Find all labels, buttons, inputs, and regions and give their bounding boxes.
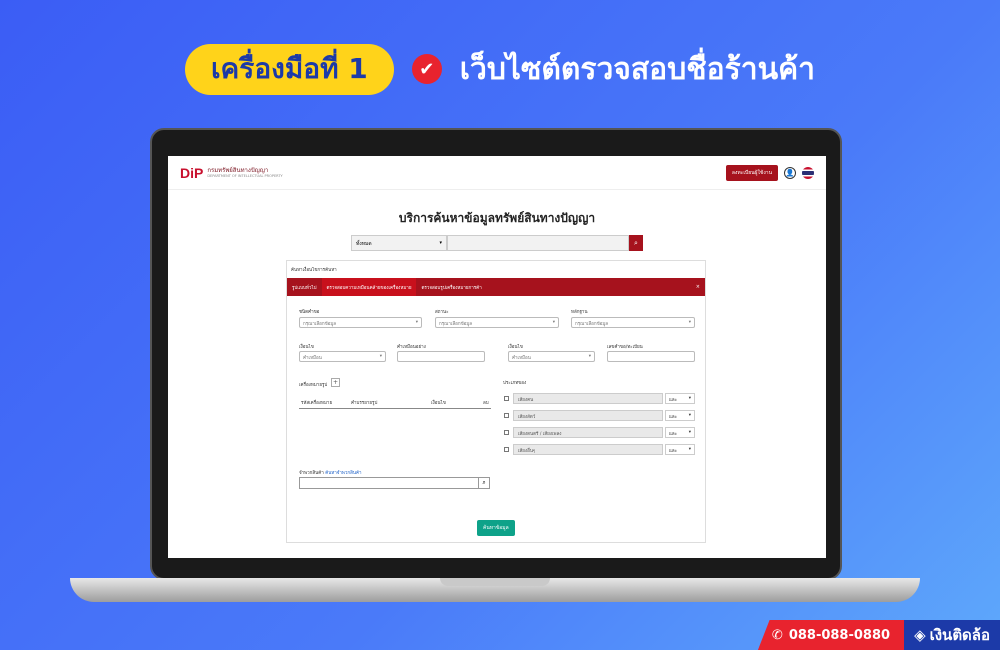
brand-mark-icon: ◈ [914,626,926,644]
close-icon[interactable]: × [696,284,700,290]
search-bar: ทั้งหมด ▾ ⌕ [168,235,826,251]
tab-similarity[interactable]: ตรวจสอบความเหมือนคล้ายของเครื่องหมาย [321,278,417,296]
group-op-value: และ [669,415,678,420]
checkbox-music[interactable] [504,430,509,435]
regno-input[interactable] [607,351,695,362]
footer-banner: ✆ 088-088-0880 ◈ เงินติดล้อ [757,620,1000,650]
cond1-select[interactable]: คำเหมือน ▾ [299,351,386,362]
checkbox-voice[interactable] [504,396,509,401]
type-select[interactable]: กรุณาเลือกข้อมูล ▾ [299,317,422,328]
checkbox-other[interactable] [504,447,509,452]
group-row-label: เสียงคน [513,393,663,404]
status-value: กรุณาเลือกข้อมูล [439,322,473,327]
th-code: รหัสเครื่องหมาย [301,401,333,406]
cond1-value: คำเหมือน [303,356,322,361]
word-label: คำเหมือนอย่าง [397,345,426,350]
classify-link[interactable]: ค้นหาจำพวกสินค้า [325,471,361,476]
classify-label: จำพวกสินค้า ค้นหาจำพวกสินค้า [299,469,362,476]
th-delete: ลบ [483,401,489,406]
checkbox-animal[interactable] [504,413,509,418]
check-badge-icon: ✔ [411,54,442,85]
headline-title: เว็บไซต์ตรวจสอบชื่อร้านค้า [459,51,816,87]
type-value: กรุณาเลือกข้อมูล [303,322,337,327]
add-button[interactable]: + [331,378,340,387]
group-op-select[interactable]: และ ▾ [665,410,695,421]
th-desc: คำบรรยายรูป [351,401,378,406]
groups-label: เครื่องหมายรูป [299,383,328,388]
group-op-value: และ [669,449,678,454]
headline: เครื่องมือที่ 1 ✔ เว็บไซต์ตรวจสอบชื่อร้า… [0,44,1000,95]
panel-heading: ค้นหาเงื่อนไขการค้นหา [291,268,337,273]
laptop-base [70,578,920,602]
site-header: DiP กรมทรัพย์สินทางปัญญา DEPARTMENT OF I… [168,156,826,190]
group-row-label: เสียงดนตรี / เสียงเพลง [513,427,663,438]
register-button[interactable]: ลงทะเบียนผู้ใช้งาน [725,164,778,181]
dip-logo-mark: DiP [180,164,204,181]
laptop: DiP กรมทรัพย์สินทางปัญญา DEPARTMENT OF I… [150,128,842,580]
search-icon: ⌕ [634,238,638,247]
regno-label: เลขคำขอ/ทะเบียน [607,345,643,350]
chevron-down-icon: ▾ [439,240,442,246]
th-cond: เงื่อนไข [431,401,446,406]
tool-badge: เครื่องมือที่ 1 [184,44,394,95]
search-panel: ค้นหาเงื่อนไขการค้นหา รูปแบบทั่วไป ตรวจส… [286,260,706,543]
cond2-label: เงื่อนไข [508,345,523,350]
cond1-label: เงื่อนไข [299,345,314,350]
user-icon[interactable]: 👤 [784,166,796,179]
phone-icon: ✆ [771,627,783,643]
group-row-label: เสียงสัตว์ [513,410,663,421]
evidence-value: กรุณาเลือกข้อมูล [575,322,609,327]
group-op-value: และ [669,398,678,403]
cond2-value: คำเหมือน [512,356,531,361]
evidence-select[interactable]: กรุณาเลือกข้อมูล ▾ [571,317,695,328]
search-button[interactable]: ⌕ [629,235,643,251]
classify-search-button[interactable]: ⌕ [478,477,490,489]
type-label: ชนิดคำขอ [299,310,320,315]
evidence-label: หลักฐาน [571,310,588,315]
group-op-value: และ [669,432,678,437]
tab-bar: รูปแบบทั่วไป ตรวจสอบความเหมือนคล้ายของเค… [287,278,705,296]
table-divider [299,408,491,409]
page-title: บริการค้นหาข้อมูลทรัพย์สินทางปัญญา [398,211,596,225]
tab-image-check[interactable]: ตรวจสอบรูปเครื่องหมายการค้า [416,278,486,296]
search-input[interactable] [447,235,629,251]
browser-screen: DiP กรมทรัพย์สินทางปัญญา DEPARTMENT OF I… [168,156,826,558]
group-row-label: เสียงอื่นๆ [513,444,663,455]
cond2-select[interactable]: คำเหมือน ▾ [508,351,595,362]
search-category-select[interactable]: ทั้งหมด ▾ [351,235,447,251]
logo-sub: DEPARTMENT OF INTELLECTUAL PROPERTY [207,174,283,179]
word-input[interactable] [397,351,485,362]
group-op-select[interactable]: และ ▾ [665,393,695,404]
classify-input[interactable] [299,477,479,489]
status-select[interactable]: กรุณาเลือกข้อมูล ▾ [435,317,559,328]
search-category-value: ทั้งหมด [356,241,372,247]
section-label: ประเภทของ [503,381,527,386]
site-logo[interactable]: DiP กรมทรัพย์สินทางปัญญา DEPARTMENT OF I… [180,165,283,181]
classify-text: จำพวกสินค้า [299,471,324,476]
phone-number: 088-088-0880 [788,627,891,643]
phone-banner[interactable]: ✆ 088-088-0880 [757,620,905,650]
submit-search-button[interactable]: ค้นหาข้อมูล [477,520,515,536]
status-label: สถานะ [435,310,449,315]
logo-name: กรมทรัพย์สินทางปัญญา [207,166,269,174]
group-op-select[interactable]: และ ▾ [665,427,695,438]
brand-name: เงินติดล้อ [929,626,990,644]
search-icon: ⌕ [482,479,486,486]
tab-general[interactable]: รูปแบบทั่วไป [287,278,322,296]
thai-flag-icon[interactable] [802,166,814,179]
brand-logo: ◈ เงินติดล้อ [904,620,1000,650]
group-op-select[interactable]: และ ▾ [665,444,695,455]
